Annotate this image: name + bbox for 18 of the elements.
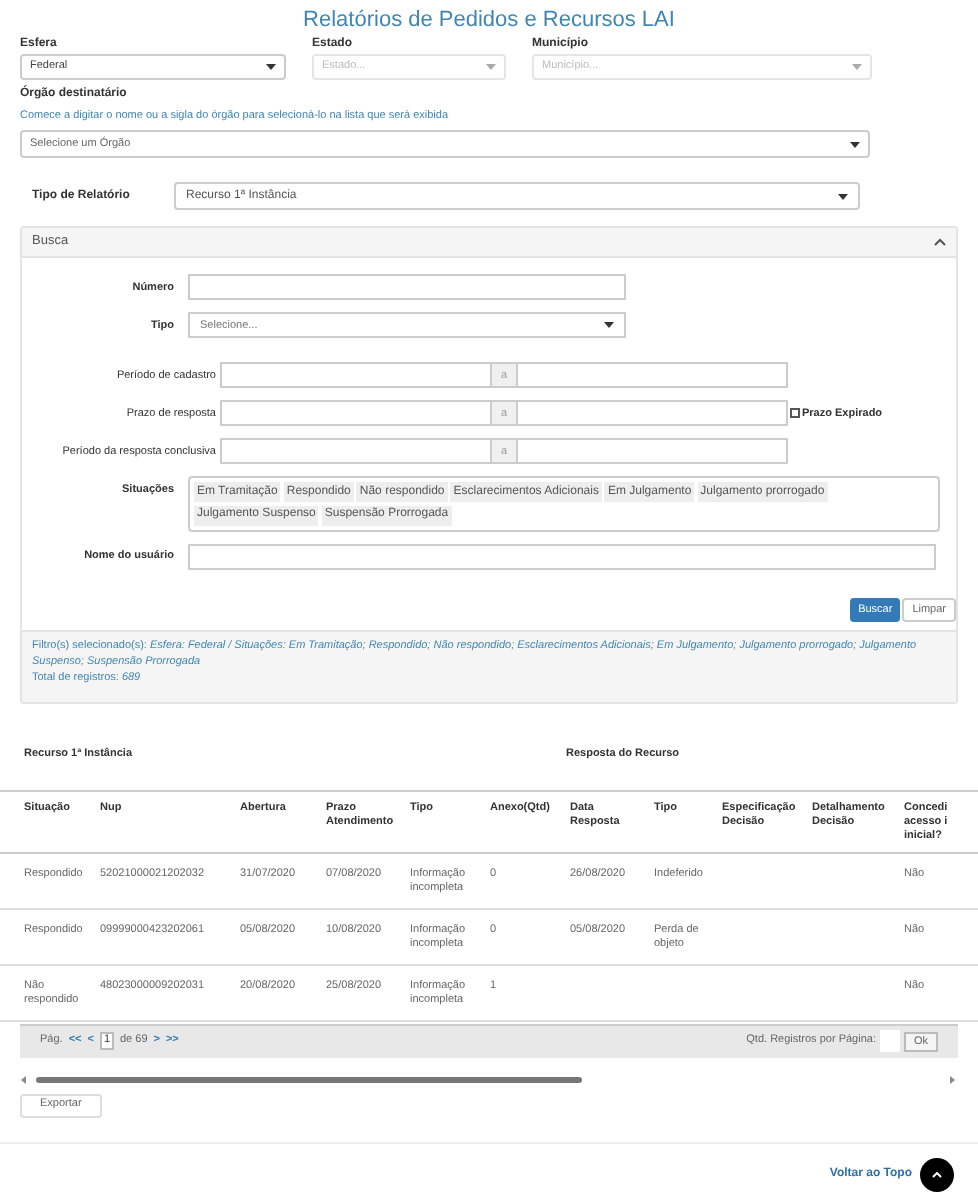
caret-icon — [604, 322, 614, 329]
date-input[interactable] — [220, 362, 492, 389]
caret-icon — [486, 64, 496, 70]
horizontal-scrollbar[interactable] — [20, 1073, 956, 1085]
chevron-up-icon — [932, 1171, 942, 1177]
number-input[interactable] — [188, 274, 626, 301]
date-input[interactable] — [516, 362, 788, 389]
caret-icon — [852, 64, 862, 70]
caret-icon — [838, 193, 848, 200]
user-input[interactable] — [188, 543, 936, 570]
caret-icon — [850, 141, 860, 148]
date-input[interactable] — [220, 400, 492, 427]
page-title: Relatórios de Pedidos e Recursos LAI — [301, 6, 677, 36]
date-input[interactable] — [516, 438, 788, 465]
scroll-top-button[interactable] — [920, 1157, 954, 1191]
date-input[interactable] — [516, 400, 788, 427]
date-input[interactable] — [220, 438, 492, 465]
caret-icon — [266, 64, 276, 70]
